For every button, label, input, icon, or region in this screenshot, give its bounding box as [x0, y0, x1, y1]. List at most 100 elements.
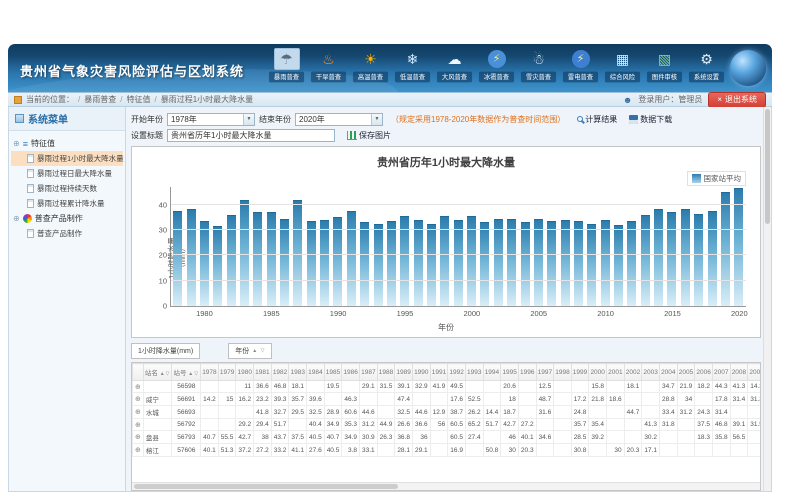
station-id-column-header[interactable]: 站号 ▲▽ — [172, 364, 201, 381]
bar-1999[interactable] — [454, 220, 463, 306]
breadcrumb-item[interactable]: 暴雨过程1小时最大降水量 — [161, 95, 253, 104]
bar-1980[interactable] — [200, 221, 209, 306]
nav-item-system-settings-icon[interactable]: ⚙系统设置 — [687, 48, 726, 83]
nav-item-rainstorm-icon[interactable]: ☂暴雨普查 — [267, 48, 306, 83]
nav-item-hail-icon[interactable]: ⚡冰雹普查 — [477, 48, 516, 83]
row-expander-icon[interactable]: ⊕ — [133, 444, 144, 457]
station-name-cell: 水城 — [143, 406, 172, 419]
nav-item-high-temp-icon[interactable]: ☀高温普查 — [351, 48, 390, 83]
bar-2004[interactable] — [521, 222, 530, 306]
bar-2003[interactable] — [507, 219, 516, 306]
bar-2018[interactable] — [708, 211, 717, 306]
bar-2016[interactable] — [681, 209, 690, 306]
bar-2019[interactable] — [721, 192, 730, 306]
vscroll-thumb[interactable] — [765, 109, 770, 224]
bar-2008[interactable] — [574, 221, 583, 306]
breadcrumb-item[interactable]: 特征值 — [126, 95, 150, 104]
tree-toggle-icon[interactable]: ⊕ — [13, 214, 20, 223]
hscroll-thumb[interactable] — [134, 484, 398, 489]
nav-item-drought-icon[interactable]: ♨干旱普查 — [309, 48, 348, 83]
bar-1986[interactable] — [280, 219, 289, 306]
bar-2020[interactable] — [734, 188, 743, 306]
sidebar-group-list-icon[interactable]: ⊕≡特征值 — [11, 136, 123, 151]
bar-2002[interactable] — [494, 219, 503, 306]
chevron-down-icon[interactable]: ▼ — [243, 114, 254, 125]
bar-2014[interactable] — [654, 209, 663, 306]
value-cell: 40.7 — [201, 431, 219, 444]
vertical-scrollbar[interactable] — [763, 107, 771, 491]
nav-item-label: 雷电普查 — [563, 72, 598, 83]
bar-2005[interactable] — [534, 219, 543, 306]
bar-2010[interactable] — [601, 220, 610, 306]
nav-item-composite-risk-icon[interactable]: ▦综合风险 — [603, 48, 642, 83]
save-image-button[interactable]: 保存图片 — [347, 130, 391, 141]
sidebar-item-label: 暴雨过程累计降水量 — [37, 198, 105, 209]
name-column-header[interactable]: 站名 ▲▽ — [143, 364, 172, 381]
value-cell — [360, 393, 378, 406]
value-cell: 35.8 — [712, 431, 730, 444]
pivot-column-box[interactable]: 年份 ▲ ▽ — [228, 343, 272, 359]
breadcrumb-item[interactable]: 暴雨普查 — [84, 95, 116, 104]
value-cell — [518, 393, 536, 406]
sidebar-item[interactable]: 普查产品制作 — [11, 226, 123, 241]
bar-2015[interactable] — [667, 212, 676, 306]
bar-1981[interactable] — [213, 226, 222, 306]
bar-1996[interactable] — [414, 220, 423, 306]
bar-1978[interactable] — [173, 211, 182, 306]
bar-2012[interactable] — [627, 221, 636, 306]
bar-2011[interactable] — [614, 225, 623, 306]
value-cell — [465, 444, 483, 457]
bar-1988[interactable] — [307, 221, 316, 306]
start-year-select[interactable]: 1978年 ▼ — [167, 113, 255, 126]
bar-2006[interactable] — [547, 221, 556, 306]
sidebar-item[interactable]: 暴雨过程1小时最大降水量 — [11, 151, 123, 166]
sidebar-tree: ⊕≡特征值暴雨过程1小时最大降水量暴雨过程日最大降水量暴雨过程持续天数暴雨过程累… — [9, 131, 125, 246]
value-cell: 56.5 — [730, 431, 748, 444]
bar-2007[interactable] — [561, 220, 570, 306]
bar-1979[interactable] — [187, 209, 196, 306]
row-expander-icon[interactable]: ⊕ — [133, 406, 144, 419]
row-expander-icon[interactable]: ⊕ — [133, 419, 144, 431]
bar-1989[interactable] — [320, 220, 329, 306]
bar-1983[interactable] — [240, 200, 249, 306]
chart-title-input[interactable] — [167, 129, 335, 142]
horizontal-scrollbar[interactable] — [132, 482, 760, 490]
calc-result-button[interactable]: 计算结果 — [577, 114, 617, 125]
nav-item-wind-icon[interactable]: ☁大风普查 — [435, 48, 474, 83]
tree-toggle-icon[interactable]: ⊕ — [13, 139, 20, 148]
nav-item-snow-icon[interactable]: ☃雪灾普查 — [519, 48, 558, 83]
bar-1985[interactable] — [267, 212, 276, 306]
bar-1994[interactable] — [387, 221, 396, 306]
bar-1997[interactable] — [427, 224, 436, 306]
sidebar-item[interactable]: 暴雨过程累计降水量 — [11, 196, 123, 211]
pivot-measure-box[interactable]: 1小时降水量(mm) — [131, 343, 200, 359]
bar-1993[interactable] — [374, 224, 383, 306]
bar-1992[interactable] — [360, 222, 369, 306]
value-cell: 35.4 — [589, 419, 607, 431]
sidebar-item[interactable]: 暴雨过程持续天数 — [11, 181, 123, 196]
end-year-select[interactable]: 2020年 ▼ — [295, 113, 383, 126]
bar-2009[interactable] — [587, 224, 596, 306]
station-id-cell: 56792 — [172, 419, 201, 431]
nav-item-lightning-icon[interactable]: ⚡雷电普查 — [561, 48, 600, 83]
value-cell: 46.3 — [342, 393, 360, 406]
sort-icons[interactable]: ▲ ▽ — [252, 348, 265, 354]
sidebar-group-palette-icon[interactable]: ⊕普查产品制作 — [11, 211, 123, 226]
bar-2017[interactable] — [694, 214, 703, 306]
row-expander-icon[interactable]: ⊕ — [133, 381, 144, 393]
logout-icon: × — [717, 95, 722, 104]
bar-1990[interactable] — [333, 217, 342, 306]
bar-1991[interactable] — [347, 211, 356, 306]
data-download-button[interactable]: 数据下载 — [629, 114, 672, 125]
sidebar-item[interactable]: 暴雨过程日最大降水量 — [11, 166, 123, 181]
nav-item-map-review-icon[interactable]: ▧图件审核 — [645, 48, 684, 83]
nav-item-low-temp-icon[interactable]: ❄低温普查 — [393, 48, 432, 83]
bar-1984[interactable] — [253, 212, 262, 306]
chevron-down-icon[interactable]: ▼ — [371, 114, 382, 125]
row-expander-icon[interactable]: ⊕ — [133, 431, 144, 444]
bar-1987[interactable] — [293, 200, 302, 306]
logout-button[interactable]: × 退出系统 — [708, 92, 766, 108]
year-column-header: 2002 — [624, 364, 642, 381]
row-expander-icon[interactable]: ⊕ — [133, 393, 144, 406]
bar-2001[interactable] — [480, 222, 489, 306]
